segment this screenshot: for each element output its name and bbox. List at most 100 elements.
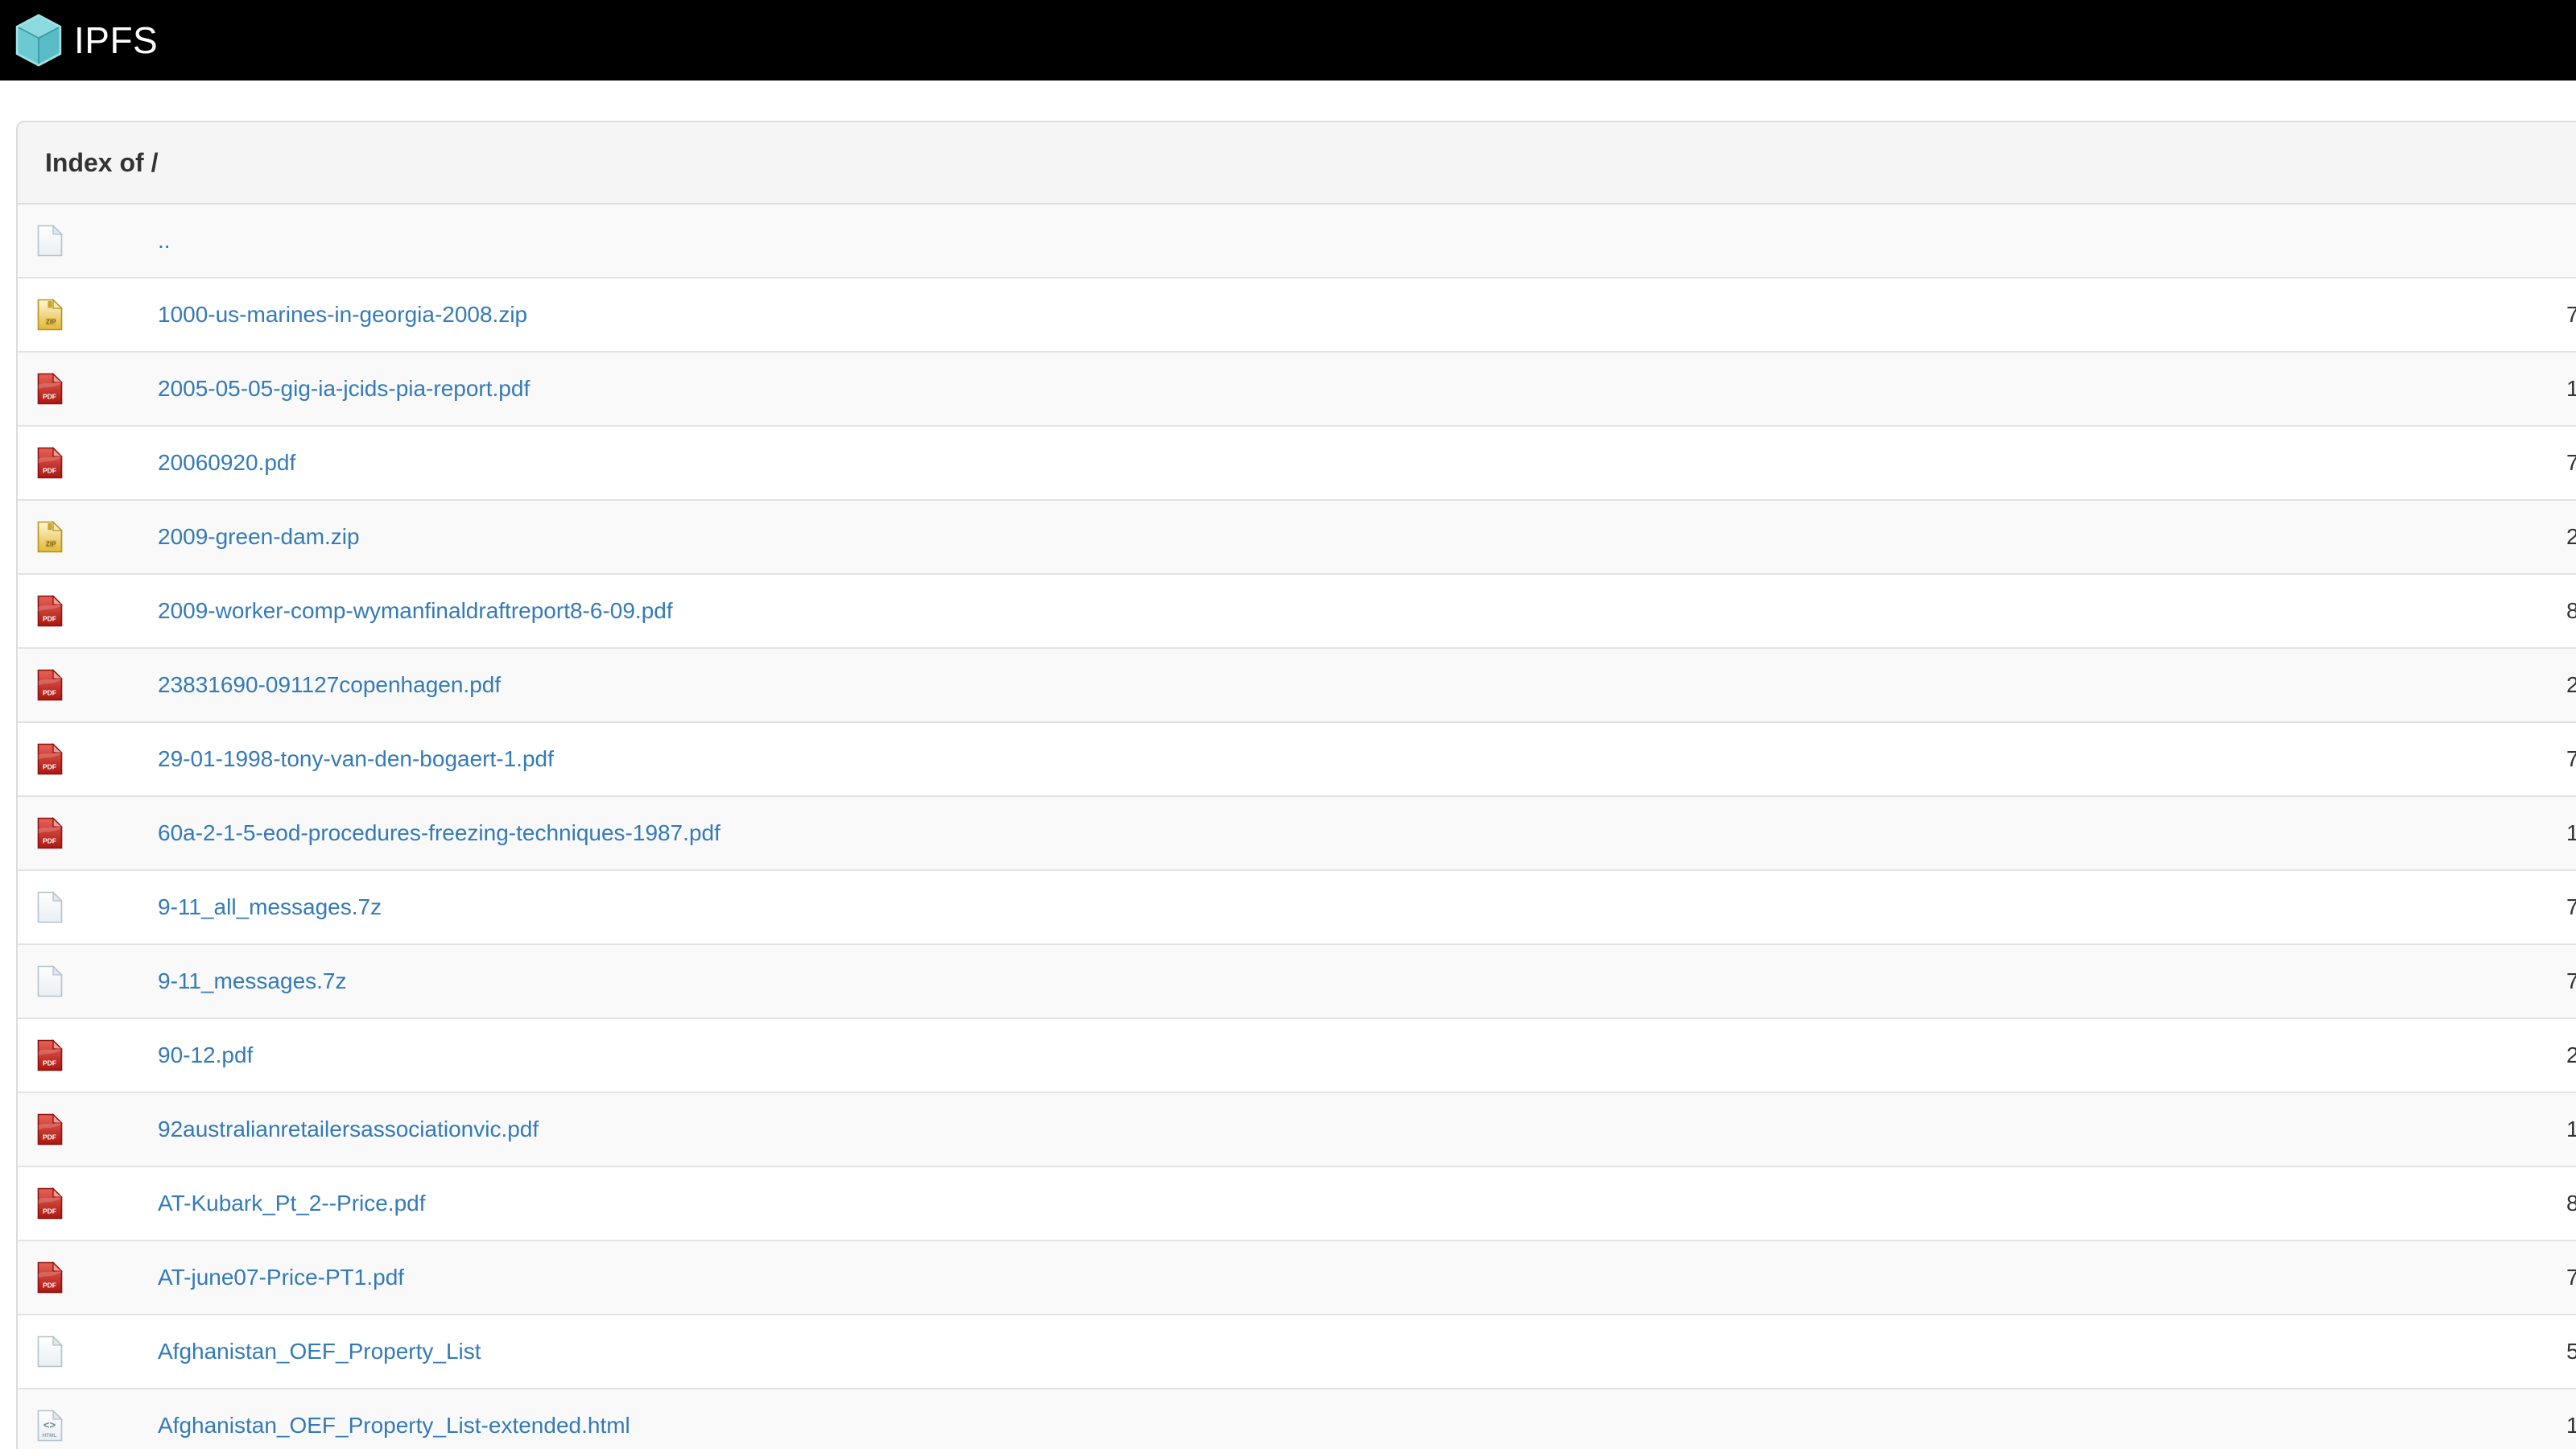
file-name-cell: 92australianretailersassociationvic.pdf <box>145 1092 2566 1166</box>
generic-file-icon <box>37 891 63 923</box>
table-row: AT-Kubark_Pt_2--Price.pdf 8 <box>18 1166 2576 1241</box>
pdf-file-icon <box>37 669 63 701</box>
pdf-file-icon <box>37 447 63 479</box>
file-icon-cell <box>18 1241 145 1315</box>
file-name-cell: 2009-green-dam.zip <box>145 500 2566 574</box>
file-icon-cell <box>18 574 145 648</box>
file-size: 7 <box>2566 426 2576 500</box>
pdf-file-icon <box>37 1039 63 1071</box>
file-size: 7 <box>2566 870 2576 944</box>
file-link[interactable]: 20060920.pdf <box>158 450 295 475</box>
file-size: 8 <box>2566 1166 2576 1241</box>
table-row: 2005-05-05-gig-ia-jcids-pia-report.pdf 1 <box>18 352 2576 426</box>
file-name-cell: Afghanistan_OEF_Property_List <box>145 1315 2566 1389</box>
file-name-cell: 1000-us-marines-in-georgia-2008.zip <box>145 278 2566 352</box>
file-link[interactable]: 2005-05-05-gig-ia-jcids-pia-report.pdf <box>158 376 530 401</box>
file-name-cell: 60a-2-1-5-eod-procedures-freezing-techni… <box>145 796 2566 870</box>
directory-listing-panel: Index of / .. 1000-us-marines-in-georgia-… <box>16 121 2576 1449</box>
listing-title: Index of / <box>18 122 2576 204</box>
zip-file-icon <box>37 299 63 331</box>
file-name-cell: 29-01-1998-tony-van-den-bogaert-1.pdf <box>145 722 2566 796</box>
file-size: 7 <box>2566 944 2576 1018</box>
table-row: 1000-us-marines-in-georgia-2008.zip 7 <box>18 278 2576 352</box>
file-size <box>2566 204 2576 278</box>
table-row: 29-01-1998-tony-van-den-bogaert-1.pdf 7 <box>18 722 2576 796</box>
file-icon-cell <box>18 278 145 352</box>
file-size: 7 <box>2566 1241 2576 1315</box>
pdf-file-icon <box>37 1261 63 1294</box>
brand-title: IPFS <box>74 19 159 61</box>
file-link[interactable]: Afghanistan_OEF_Property_List-extended.h… <box>158 1413 630 1438</box>
file-size: 7 <box>2566 722 2576 796</box>
file-link[interactable]: AT-Kubark_Pt_2--Price.pdf <box>158 1191 426 1216</box>
file-link[interactable]: 23831690-091127copenhagen.pdf <box>158 672 501 697</box>
generic-file-icon <box>37 1335 63 1368</box>
file-size: 5 <box>2566 1315 2576 1389</box>
file-size: 1 <box>2566 1389 2576 1449</box>
file-name-cell: AT-Kubark_Pt_2--Price.pdf <box>145 1166 2566 1241</box>
file-table: Index of / .. 1000-us-marines-in-georgia-… <box>18 122 2576 1449</box>
file-name-cell: 2005-05-05-gig-ia-jcids-pia-report.pdf <box>145 352 2566 426</box>
file-link[interactable]: Afghanistan_OEF_Property_List <box>158 1339 481 1364</box>
file-icon-cell <box>18 426 145 500</box>
file-icon-cell <box>18 1018 145 1092</box>
file-icon-cell <box>18 352 145 426</box>
generic-file-icon <box>37 965 63 997</box>
zip-file-icon <box>37 521 63 553</box>
file-icon-cell <box>18 722 145 796</box>
listing-header-row: Index of / <box>18 122 2576 204</box>
file-link[interactable]: 1000-us-marines-in-georgia-2008.zip <box>158 302 527 327</box>
file-icon-cell <box>18 1166 145 1241</box>
table-row: 2009-green-dam.zip 2 <box>18 500 2576 574</box>
table-row: 20060920.pdf 7 <box>18 426 2576 500</box>
file-size: 2 <box>2566 500 2576 574</box>
table-row: 9-11_all_messages.7z 7 <box>18 870 2576 944</box>
file-list: ..1000-us-marines-in-georgia-2008.zip720… <box>18 204 2576 1449</box>
file-link[interactable]: 29-01-1998-tony-van-den-bogaert-1.pdf <box>158 746 554 771</box>
file-size: 2 <box>2566 1018 2576 1092</box>
navbar: IPFS <box>0 0 2576 80</box>
file-icon-cell <box>18 870 145 944</box>
table-row: .. <box>18 204 2576 278</box>
table-row: 9-11_messages.7z 7 <box>18 944 2576 1018</box>
table-row: 2009-worker-comp-wymanfinaldraftreport8-… <box>18 574 2576 648</box>
file-icon-cell <box>18 1389 145 1449</box>
file-link[interactable]: AT-june07-Price-PT1.pdf <box>158 1265 404 1290</box>
file-link[interactable]: 92australianretailersassociationvic.pdf <box>158 1117 539 1141</box>
table-row: 90-12.pdf 2 <box>18 1018 2576 1092</box>
file-link[interactable]: 9-11_all_messages.7z <box>158 894 382 919</box>
pdf-file-icon <box>37 373 63 405</box>
pdf-file-icon <box>37 743 63 775</box>
file-size: 8 <box>2566 574 2576 648</box>
file-size: 2 <box>2566 648 2576 722</box>
table-row: 23831690-091127copenhagen.pdf 2 <box>18 648 2576 722</box>
ipfs-cube-icon <box>15 14 62 67</box>
table-row: 92australianretailersassociationvic.pdf 1 <box>18 1092 2576 1166</box>
file-link[interactable]: 9-11_messages.7z <box>158 968 347 993</box>
file-name-cell: 2009-worker-comp-wymanfinaldraftreport8-… <box>145 574 2566 648</box>
table-row: 60a-2-1-5-eod-procedures-freezing-techni… <box>18 796 2576 870</box>
file-link[interactable]: 2009-worker-comp-wymanfinaldraftreport8-… <box>158 598 673 623</box>
file-link[interactable]: 90-12.pdf <box>158 1042 253 1067</box>
file-icon-cell <box>18 204 145 278</box>
file-name-cell: 9-11_messages.7z <box>145 944 2566 1018</box>
table-row: AT-june07-Price-PT1.pdf 7 <box>18 1241 2576 1315</box>
html-file-icon <box>37 1410 63 1442</box>
generic-file-icon <box>37 225 63 257</box>
pdf-file-icon <box>37 1187 63 1220</box>
table-row: Afghanistan_OEF_Property_List 5 <box>18 1315 2576 1389</box>
file-icon-cell <box>18 1092 145 1166</box>
pdf-file-icon <box>37 595 63 627</box>
table-row: Afghanistan_OEF_Property_List-extended.h… <box>18 1389 2576 1449</box>
file-link[interactable]: 60a-2-1-5-eod-procedures-freezing-techni… <box>158 820 720 845</box>
file-name-cell: Afghanistan_OEF_Property_List-extended.h… <box>145 1389 2566 1449</box>
file-name-cell: 23831690-091127copenhagen.pdf <box>145 648 2566 722</box>
pdf-file-icon <box>37 1113 63 1146</box>
file-size: 1 <box>2566 352 2576 426</box>
parent-directory-link[interactable]: .. <box>158 228 171 253</box>
file-size: 1 <box>2566 1092 2576 1166</box>
pdf-file-icon <box>37 817 63 849</box>
file-name-cell: 9-11_all_messages.7z <box>145 870 2566 944</box>
file-icon-cell <box>18 796 145 870</box>
file-link[interactable]: 2009-green-dam.zip <box>158 524 360 549</box>
